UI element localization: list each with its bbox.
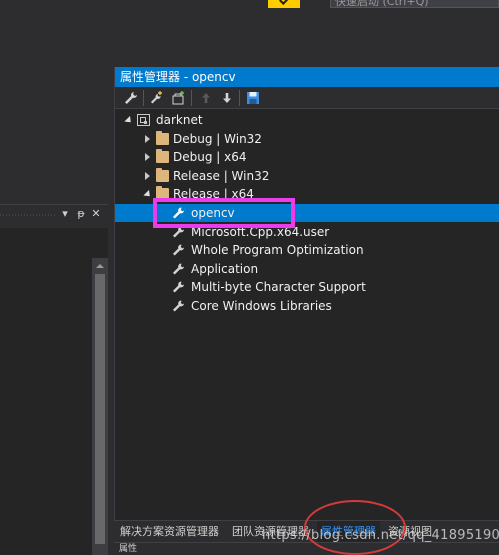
expand-arrow-icon[interactable] xyxy=(143,148,153,166)
watermark: https://blog.csdn.net/qq_41895190 xyxy=(262,528,499,543)
tree-node-property-sheet[interactable]: Multi-byte Character Support xyxy=(115,278,499,296)
open-folder-icon xyxy=(156,186,169,200)
auto-hide-pin-icon[interactable]: ᵽ xyxy=(74,207,88,221)
panel-title: 属性管理器 - opencv xyxy=(115,67,499,87)
add-new-property-sheet-icon[interactable] xyxy=(149,90,165,106)
quick-launch-search[interactable]: 快速启动 (Ctrl+Q) xyxy=(330,0,499,8)
property-manager-panel: 属性管理器 - opencv darknet Debug | Win32 Deb… xyxy=(114,67,499,555)
property-sheet-label: Whole Program Optimization xyxy=(191,243,364,257)
close-icon[interactable]: ✕ xyxy=(89,207,103,221)
property-sheet-icon xyxy=(172,226,185,238)
tree-node-config[interactable]: Release | x64 xyxy=(115,185,499,203)
config-label: Debug | x64 xyxy=(173,150,247,164)
tab-solution-explorer[interactable]: 解决方案资源管理器 xyxy=(116,521,223,543)
expand-arrow-icon[interactable] xyxy=(143,167,153,185)
header-grip xyxy=(0,205,55,223)
property-sheet-label: opencv xyxy=(191,206,235,220)
feedback-button[interactable] xyxy=(268,0,300,8)
tree-node-property-sheet[interactable]: Application xyxy=(115,260,499,278)
folder-icon xyxy=(156,168,169,182)
toolbar-separator xyxy=(191,90,192,106)
properties-icon[interactable] xyxy=(123,90,139,106)
expand-arrow-icon[interactable] xyxy=(143,130,153,148)
quick-launch-placeholder: 快速启动 (Ctrl+Q) xyxy=(335,0,429,8)
property-sheet-label: Core Windows Libraries xyxy=(191,299,332,313)
scroll-up-icon[interactable] xyxy=(96,264,104,268)
tree-node-config[interactable]: Debug | Win32 xyxy=(115,130,499,148)
move-up-icon[interactable] xyxy=(198,90,214,106)
properties-window-title: 属性 xyxy=(119,544,138,554)
feedback-icon xyxy=(279,0,289,5)
property-sheet-icon xyxy=(172,281,185,293)
tree-node-property-sheet-selected[interactable]: opencv xyxy=(115,204,499,222)
add-existing-property-sheet-icon[interactable] xyxy=(170,90,186,106)
property-sheet-label: Multi-byte Character Support xyxy=(191,280,366,294)
project-label: darknet xyxy=(156,113,203,127)
property-sheet-icon xyxy=(172,244,185,256)
tree-node-property-sheet[interactable]: Core Windows Libraries xyxy=(115,297,499,315)
toolbar-separator xyxy=(143,90,144,106)
scrollbar-thumb[interactable] xyxy=(95,274,105,544)
tree-node-config[interactable]: Debug | x64 xyxy=(115,148,499,166)
expand-arrow-icon[interactable] xyxy=(124,111,134,129)
config-label: Release | Win32 xyxy=(173,169,270,183)
save-icon[interactable] xyxy=(245,90,261,106)
property-manager-toolbar xyxy=(115,87,499,109)
window-position-button[interactable]: ▾ xyxy=(58,207,72,221)
project-icon xyxy=(137,114,150,126)
tree-node-property-sheet[interactable]: Whole Program Optimization xyxy=(115,241,499,259)
property-sheet-icon xyxy=(172,263,185,275)
folder-icon xyxy=(156,149,169,163)
property-sheet-label: Application xyxy=(191,262,259,276)
property-sheet-icon xyxy=(172,300,185,312)
tree-node-config[interactable]: Release | Win32 xyxy=(115,167,499,185)
config-label: Debug | Win32 xyxy=(173,132,262,146)
folder-icon xyxy=(156,131,169,145)
collapse-arrow-icon[interactable] xyxy=(143,185,153,203)
tree-node-project[interactable]: darknet xyxy=(115,111,499,129)
property-sheet-label: Microsoft.Cpp.x64.user xyxy=(191,225,330,239)
move-down-icon[interactable] xyxy=(219,90,235,106)
property-sheet-icon xyxy=(172,207,185,219)
toolbar-separator xyxy=(239,90,240,106)
config-label: Release | x64 xyxy=(173,187,254,201)
left-tool-window-header: ▾ ᵽ ✕ xyxy=(0,204,108,224)
left-scrollbar[interactable] xyxy=(92,258,108,555)
tree-node-property-sheet[interactable]: Microsoft.Cpp.x64.user xyxy=(115,223,499,241)
properties-window-header: 属性 xyxy=(114,542,499,555)
